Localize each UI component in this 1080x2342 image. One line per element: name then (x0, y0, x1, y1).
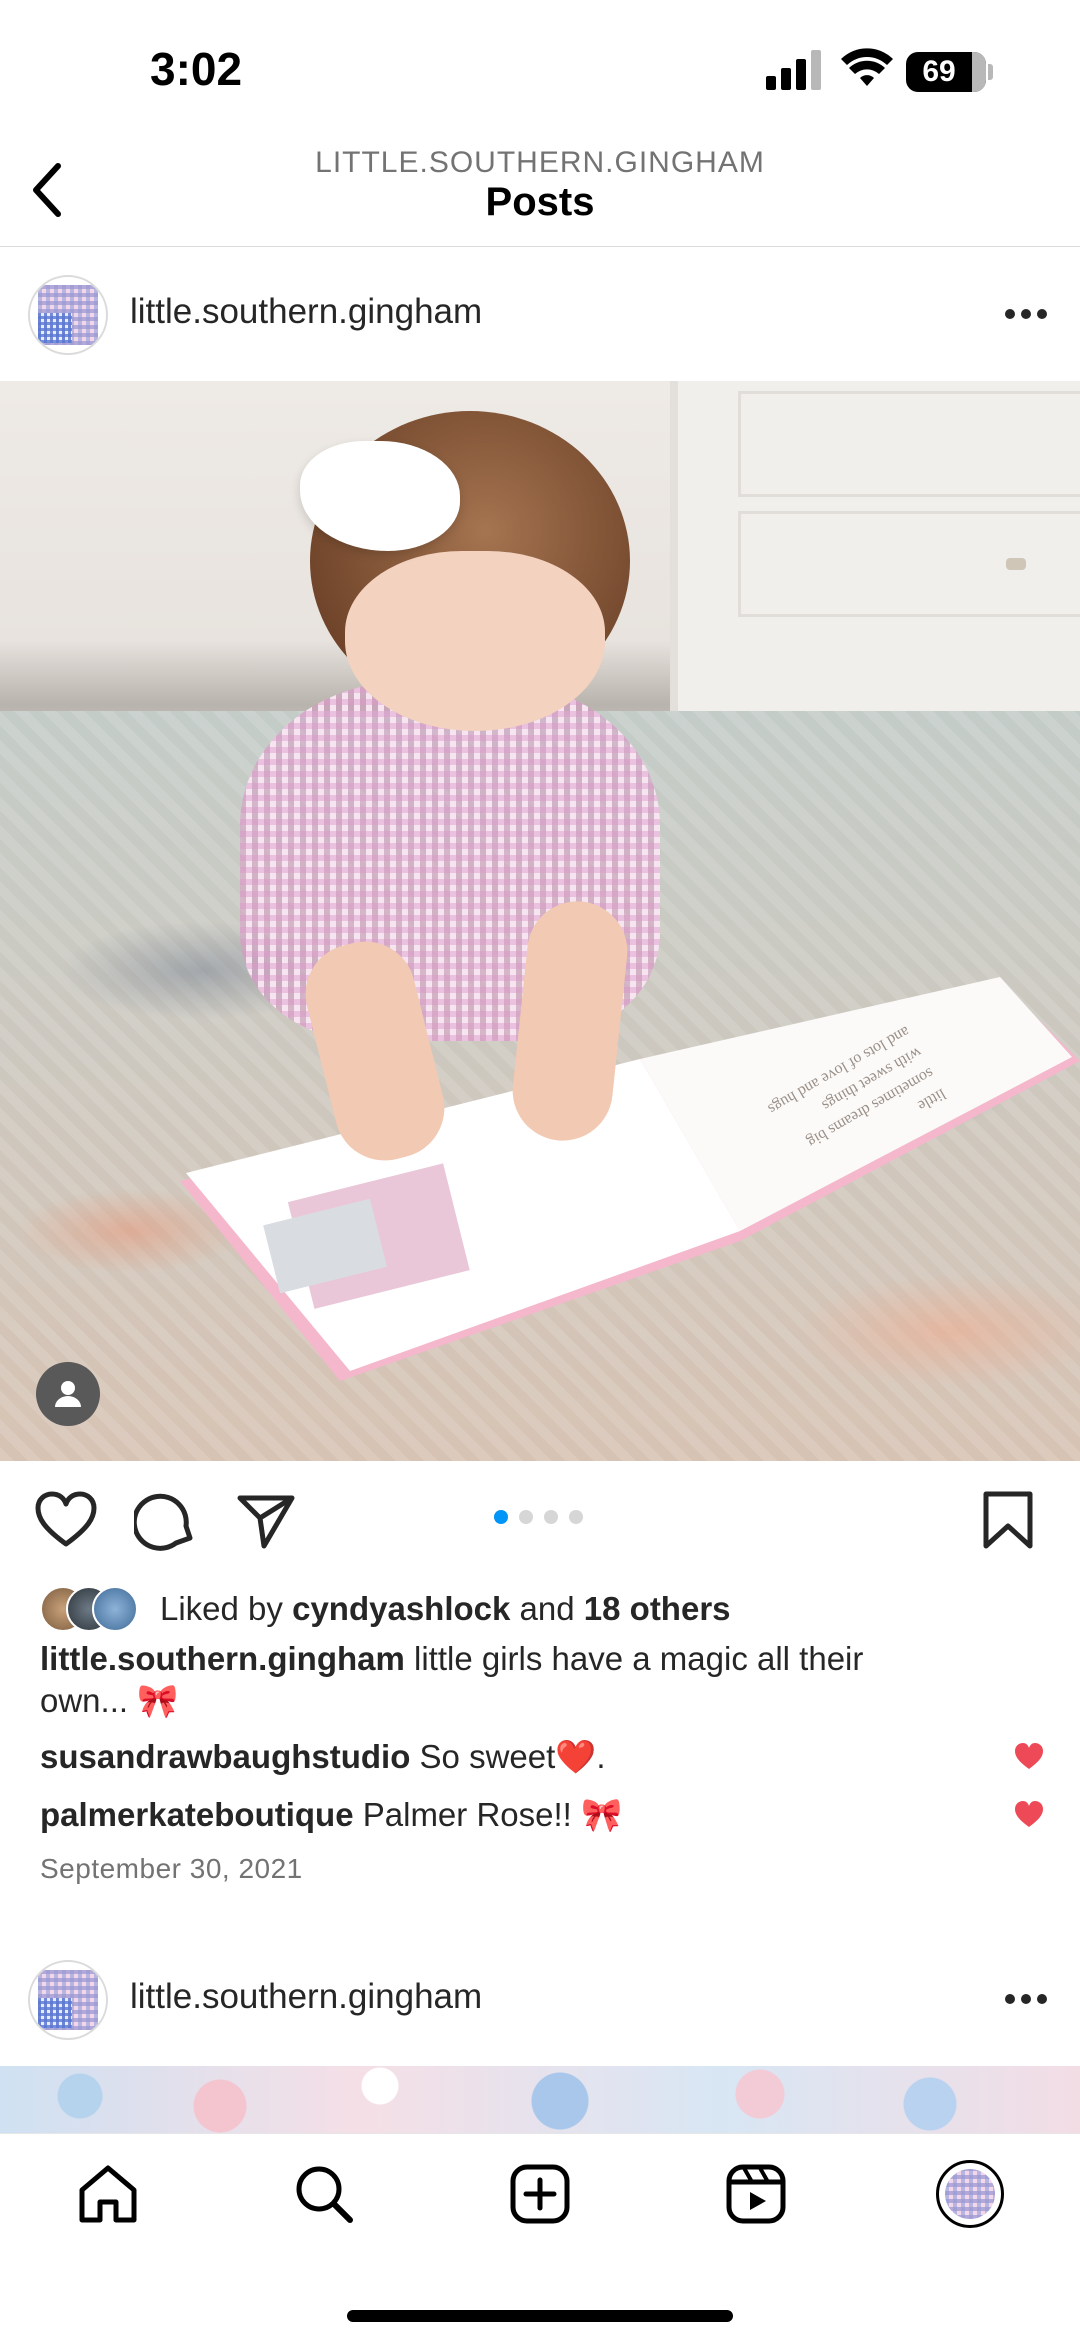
heart-icon[interactable] (34, 1488, 98, 1552)
avatar[interactable] (28, 1960, 108, 2040)
comment-username[interactable]: palmerkateboutique (40, 1796, 354, 1833)
carousel-dot (544, 1510, 558, 1524)
carousel-dot (569, 1510, 583, 1524)
comment-row: palmerkateboutique Palmer Rose!! 🎀 (40, 1796, 622, 1835)
signal-icon (766, 50, 821, 90)
comment-like-heart-icon[interactable] (1014, 1800, 1044, 1828)
caption: little.southern.gingham little girls hav… (40, 1640, 863, 1678)
profile-icon[interactable] (936, 2160, 1004, 2228)
home-indicator[interactable] (347, 2310, 733, 2322)
liker-avatars[interactable] (40, 1586, 160, 1632)
caption-username[interactable]: little.southern.gingham (40, 1640, 405, 1677)
post-username[interactable]: little.southern.gingham (130, 1977, 482, 2017)
comment-text: So sweet❤️. (419, 1738, 606, 1775)
carousel-dot-active (494, 1510, 508, 1524)
comment-icon[interactable] (134, 1488, 198, 1552)
post-username[interactable]: little.southern.gingham (130, 292, 482, 332)
status-time: 3:02 (150, 43, 243, 95)
reels-icon[interactable] (722, 2160, 790, 2228)
tagged-user-icon[interactable] (36, 1362, 100, 1426)
home-icon[interactable] (74, 2160, 142, 2228)
dresser (670, 381, 1080, 721)
search-icon[interactable] (290, 2160, 358, 2228)
likes-joiner: and (519, 1590, 575, 1627)
share-icon[interactable] (234, 1488, 298, 1552)
account-label: LITTLE.SOUTHERN.GINGHAM (315, 146, 765, 179)
more-horizontal-icon[interactable] (1004, 308, 1048, 320)
carousel-dot (519, 1510, 533, 1524)
wifi-icon (841, 48, 893, 86)
avatar[interactable] (28, 275, 108, 355)
post-date: September 30, 2021 (40, 1853, 303, 1884)
create-icon[interactable] (506, 2160, 574, 2228)
likes-line[interactable]: Liked by cyndyashlock and 18 others (160, 1590, 731, 1628)
battery-icon: 69 (906, 52, 986, 92)
caption-line-2[interactable]: own... 🎀 (40, 1682, 178, 1721)
nav-divider (0, 246, 1080, 247)
baby-face (345, 551, 605, 731)
comment-like-heart-icon[interactable] (1014, 1742, 1044, 1770)
more-horizontal-icon[interactable] (1004, 1993, 1048, 2005)
comment-username[interactable]: susandrawbaughstudio (40, 1738, 410, 1775)
likes-user[interactable]: cyndyashlock (292, 1590, 510, 1627)
bookmark-icon[interactable] (976, 1488, 1040, 1552)
page-title: Posts (485, 180, 595, 224)
likes-prefix: Liked by (160, 1590, 283, 1627)
battery-percent: 69 (922, 55, 956, 88)
caption-text: little girls have a magic all their (414, 1640, 864, 1677)
comment-row: susandrawbaughstudio So sweet❤️. (40, 1738, 606, 1777)
post-photo[interactable]: little sometimes dreams big with sweet t… (0, 381, 1080, 1461)
post-photo[interactable] (0, 2066, 1080, 2133)
comment-text: Palmer Rose!! 🎀 (362, 1796, 623, 1833)
likes-others[interactable]: 18 others (584, 1590, 731, 1627)
battery-nub (988, 64, 993, 80)
